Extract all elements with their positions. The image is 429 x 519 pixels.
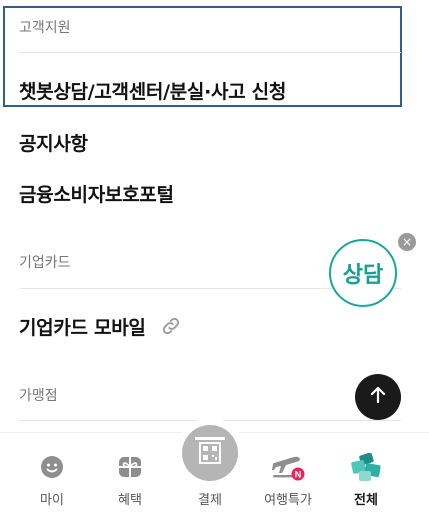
tab-label: 결제 xyxy=(198,493,222,508)
close-icon[interactable]: × xyxy=(398,233,416,251)
tab-label: 혜택 xyxy=(118,493,142,508)
menu-item-consumer-protection[interactable]: 금융소비자보호포털 xyxy=(19,180,174,207)
section-title-support: 고객지원 xyxy=(19,20,71,36)
tab-my[interactable]: 마이 xyxy=(17,433,87,519)
menu-item-label: 기업카드 모바일 xyxy=(19,317,146,339)
scroll-top-button[interactable] xyxy=(355,374,401,420)
tab-travel-deals[interactable]: N 여행특가 xyxy=(253,433,323,519)
section-title-merchant: 가맹점 xyxy=(19,388,58,404)
tab-benefits[interactable]: 혜택 xyxy=(95,433,165,519)
smiley-icon xyxy=(40,455,64,483)
airplane-icon: N xyxy=(271,451,305,485)
section-title-corporate: 기업카드 xyxy=(19,255,71,271)
divider xyxy=(19,52,401,53)
gift-icon xyxy=(118,455,142,483)
link-icon xyxy=(160,315,182,342)
arrow-up-icon xyxy=(368,385,388,409)
new-badge: N xyxy=(295,470,302,480)
tab-label: 여행특가 xyxy=(264,493,312,508)
menu-item-corporate-mobile[interactable]: 기업카드 모바일 xyxy=(19,313,182,342)
consult-button[interactable]: 상담 xyxy=(329,239,397,307)
tab-label: 마이 xyxy=(40,493,64,508)
tab-label: 전체 xyxy=(354,493,378,508)
qr-code-icon xyxy=(194,435,226,471)
menu-item-chatbot-support[interactable]: 챗봇상담/고객센터/분실·사고 신청 xyxy=(19,77,286,104)
all-menu-icon xyxy=(350,452,382,487)
menu-item-notices[interactable]: 공지사항 xyxy=(19,129,88,156)
tab-all-menu[interactable]: 전체 xyxy=(331,433,401,519)
consult-floating: 상담 × xyxy=(329,233,416,311)
payment-qr-button[interactable] xyxy=(182,425,238,481)
